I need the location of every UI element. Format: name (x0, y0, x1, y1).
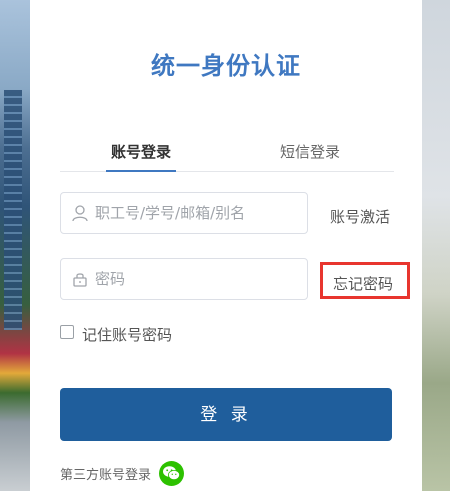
password-input[interactable] (95, 259, 301, 299)
login-button[interactable]: 登 录 (60, 388, 392, 441)
third-party-label: 第三方账号登录 (60, 468, 152, 483)
background-photo-left (0, 0, 30, 491)
wechat-icon[interactable] (159, 461, 184, 486)
active-tab-indicator (106, 170, 176, 172)
building-image (4, 90, 22, 330)
login-panel: 统一身份认证 账号登录 短信登录 账号激活 忘记密码 记住账号密码 (30, 0, 422, 491)
lock-icon (71, 270, 89, 288)
tab-account-login[interactable]: 账号登录 (81, 141, 201, 162)
user-icon (71, 204, 89, 222)
username-input[interactable] (95, 193, 301, 233)
background-photo-right (422, 0, 450, 491)
remember-checkbox[interactable] (60, 325, 74, 339)
username-field[interactable] (60, 192, 308, 234)
remember-label: 记住账号密码 (82, 326, 173, 344)
forgot-password-highlight: 忘记密码 (320, 262, 410, 299)
login-tabs: 账号登录 短信登录 (60, 133, 394, 172)
forgot-password-link[interactable]: 忘记密码 (333, 273, 393, 294)
tab-sms-login[interactable]: 短信登录 (250, 141, 370, 162)
password-field[interactable] (60, 258, 308, 300)
activate-account-link[interactable]: 账号激活 (330, 206, 390, 227)
page-title: 统一身份认证 (151, 52, 301, 80)
